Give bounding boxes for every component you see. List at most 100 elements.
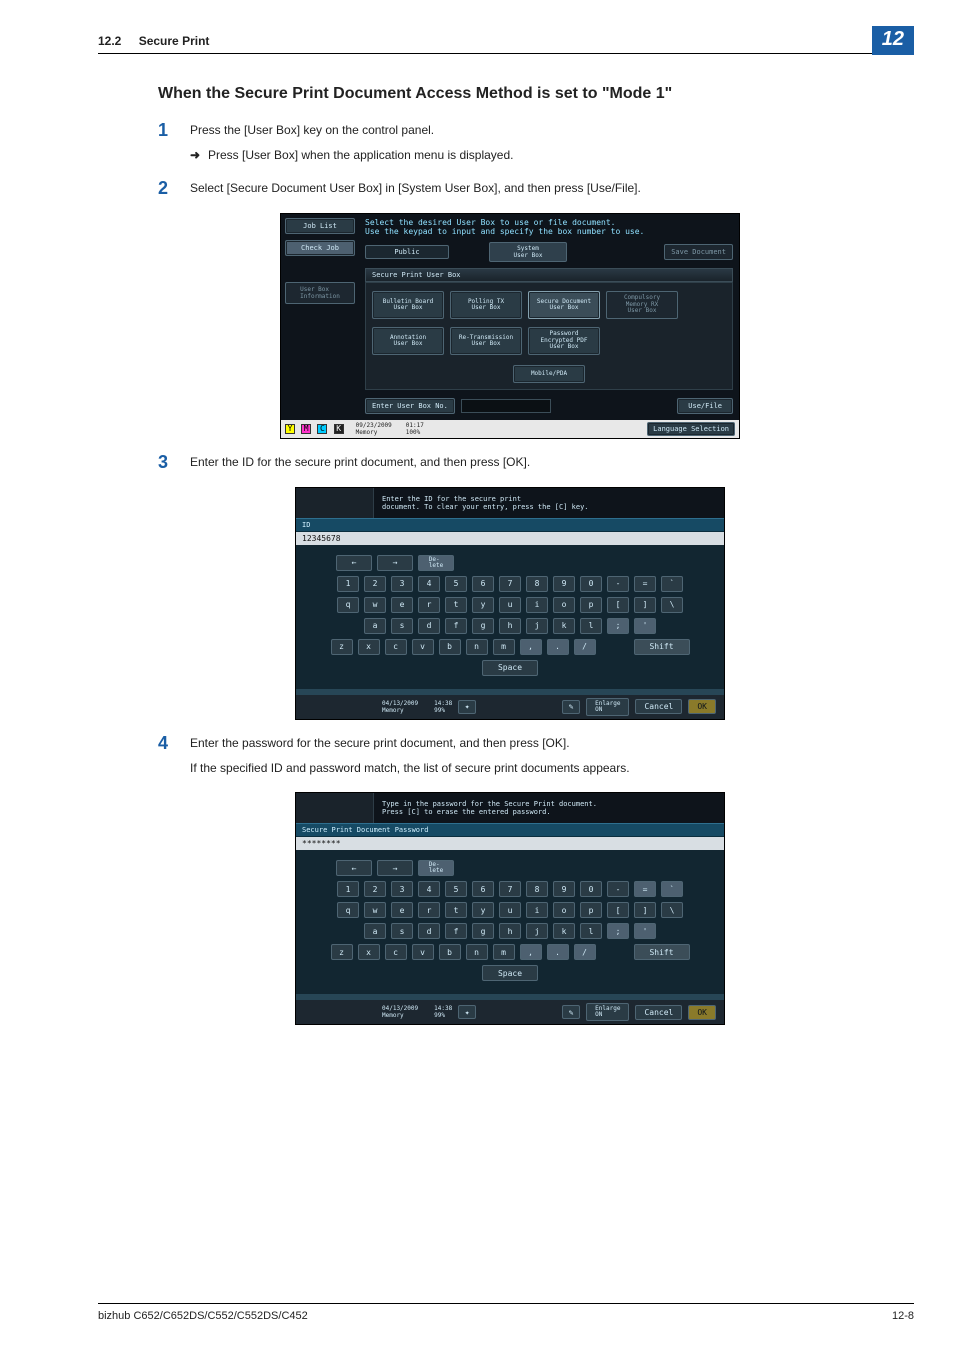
key[interactable]: 0 bbox=[580, 576, 602, 592]
delete-key[interactable]: De- lete bbox=[418, 860, 454, 876]
ok-button[interactable]: OK bbox=[688, 699, 716, 714]
space-key[interactable]: Space bbox=[482, 965, 538, 981]
enlarge-button[interactable]: Enlarge ON bbox=[586, 698, 629, 716]
key[interactable]: n bbox=[466, 944, 488, 960]
key[interactable]: t bbox=[445, 902, 467, 918]
compulsory-memory-rx-box-button[interactable]: Compulsory Memory RX User Box bbox=[606, 291, 678, 319]
key[interactable]: 8 bbox=[526, 576, 548, 592]
key[interactable]: u bbox=[499, 902, 521, 918]
retransmission-box-button[interactable]: Re-Transmission User Box bbox=[450, 327, 522, 355]
ok-button[interactable]: OK bbox=[688, 1005, 716, 1020]
key[interactable]: s bbox=[391, 618, 413, 634]
key[interactable]: - bbox=[607, 576, 629, 592]
arrow-right-key[interactable]: → bbox=[377, 555, 413, 571]
user-box-information-button[interactable]: User Box Information bbox=[285, 282, 355, 304]
key[interactable]: h bbox=[499, 618, 521, 634]
key[interactable]: ] bbox=[634, 597, 656, 613]
key[interactable]: z bbox=[331, 639, 353, 655]
job-list-tab[interactable]: Job List bbox=[285, 218, 355, 234]
key[interactable]: r bbox=[418, 597, 440, 613]
cancel-button[interactable]: Cancel bbox=[635, 1005, 682, 1020]
password-pdf-box-button[interactable]: Password Encrypted PDF User Box bbox=[528, 327, 600, 355]
password-field-input[interactable]: ******** bbox=[296, 837, 724, 850]
arrow-left-key[interactable]: ← bbox=[336, 860, 372, 876]
key[interactable]: j bbox=[526, 923, 548, 939]
key[interactable]: l bbox=[580, 618, 602, 634]
key[interactable]: k bbox=[553, 923, 575, 939]
polling-tx-box-button[interactable]: Polling TX User Box bbox=[450, 291, 522, 319]
key[interactable]: m bbox=[493, 639, 515, 655]
key[interactable]: o bbox=[553, 902, 575, 918]
key[interactable]: 1 bbox=[337, 881, 359, 897]
key[interactable]: d bbox=[418, 923, 440, 939]
language-selection-button[interactable]: Language Selection bbox=[647, 422, 735, 436]
key[interactable]: q bbox=[337, 902, 359, 918]
key[interactable]: v bbox=[412, 639, 434, 655]
check-job-button[interactable]: Check Job bbox=[285, 240, 355, 256]
key[interactable]: i bbox=[526, 902, 548, 918]
delete-key[interactable]: De- lete bbox=[418, 555, 454, 571]
key[interactable]: / bbox=[574, 639, 596, 655]
key[interactable]: \ bbox=[661, 597, 683, 613]
shift-key[interactable]: Shift bbox=[634, 639, 690, 655]
key[interactable]: a bbox=[364, 923, 386, 939]
key[interactable]: 6 bbox=[472, 881, 494, 897]
key[interactable]: v bbox=[412, 944, 434, 960]
key[interactable]: 7 bbox=[499, 576, 521, 592]
key[interactable]: , bbox=[520, 944, 542, 960]
key[interactable]: c bbox=[385, 639, 407, 655]
key[interactable]: ' bbox=[634, 923, 656, 939]
key[interactable]: d bbox=[418, 618, 440, 634]
key[interactable]: . bbox=[547, 639, 569, 655]
public-tab[interactable]: Public bbox=[365, 245, 449, 259]
key[interactable]: = bbox=[634, 576, 656, 592]
key[interactable]: ' bbox=[634, 618, 656, 634]
key[interactable]: b bbox=[439, 944, 461, 960]
key[interactable]: 1 bbox=[337, 576, 359, 592]
bulletin-board-box-button[interactable]: Bulletin Board User Box bbox=[372, 291, 444, 319]
key[interactable]: \ bbox=[661, 902, 683, 918]
use-file-button[interactable]: Use/File bbox=[677, 398, 733, 414]
key[interactable]: a bbox=[364, 618, 386, 634]
mobile-pda-box-button[interactable]: Mobile/PDA bbox=[513, 365, 585, 383]
key[interactable]: 2 bbox=[364, 881, 386, 897]
key[interactable]: m bbox=[493, 944, 515, 960]
key[interactable]: g bbox=[472, 923, 494, 939]
key[interactable]: 3 bbox=[391, 576, 413, 592]
key[interactable]: . bbox=[547, 944, 569, 960]
key[interactable]: y bbox=[472, 902, 494, 918]
cancel-button[interactable]: Cancel bbox=[635, 699, 682, 714]
save-document-button[interactable]: Save Document bbox=[664, 244, 733, 260]
arrow-left-key[interactable]: ← bbox=[336, 555, 372, 571]
key[interactable]: e bbox=[391, 902, 413, 918]
key[interactable]: ] bbox=[634, 902, 656, 918]
key[interactable]: o bbox=[553, 597, 575, 613]
key[interactable]: 7 bbox=[499, 881, 521, 897]
key[interactable]: i bbox=[526, 597, 548, 613]
key[interactable]: e bbox=[391, 597, 413, 613]
key[interactable]: 8 bbox=[526, 881, 548, 897]
key[interactable]: l bbox=[580, 923, 602, 939]
key[interactable]: h bbox=[499, 923, 521, 939]
key[interactable]: x bbox=[358, 639, 380, 655]
key[interactable]: , bbox=[520, 639, 542, 655]
key[interactable]: x bbox=[358, 944, 380, 960]
key[interactable]: 4 bbox=[418, 881, 440, 897]
user-box-no-input[interactable] bbox=[461, 399, 551, 413]
arrow-right-key[interactable]: → bbox=[377, 860, 413, 876]
key[interactable]: ` bbox=[661, 576, 683, 592]
id-field-input[interactable]: 12345678 bbox=[296, 532, 724, 545]
key[interactable]: 9 bbox=[553, 576, 575, 592]
key[interactable]: p bbox=[580, 597, 602, 613]
key[interactable]: 9 bbox=[553, 881, 575, 897]
key[interactable]: n bbox=[466, 639, 488, 655]
key[interactable]: - bbox=[607, 881, 629, 897]
key[interactable]: f bbox=[445, 618, 467, 634]
key[interactable]: q bbox=[337, 597, 359, 613]
key[interactable]: g bbox=[472, 618, 494, 634]
tool-icon[interactable]: ✎ bbox=[562, 1005, 580, 1019]
key[interactable]: t bbox=[445, 597, 467, 613]
key[interactable]: f bbox=[445, 923, 467, 939]
key[interactable]: [ bbox=[607, 902, 629, 918]
key[interactable]: 5 bbox=[445, 576, 467, 592]
